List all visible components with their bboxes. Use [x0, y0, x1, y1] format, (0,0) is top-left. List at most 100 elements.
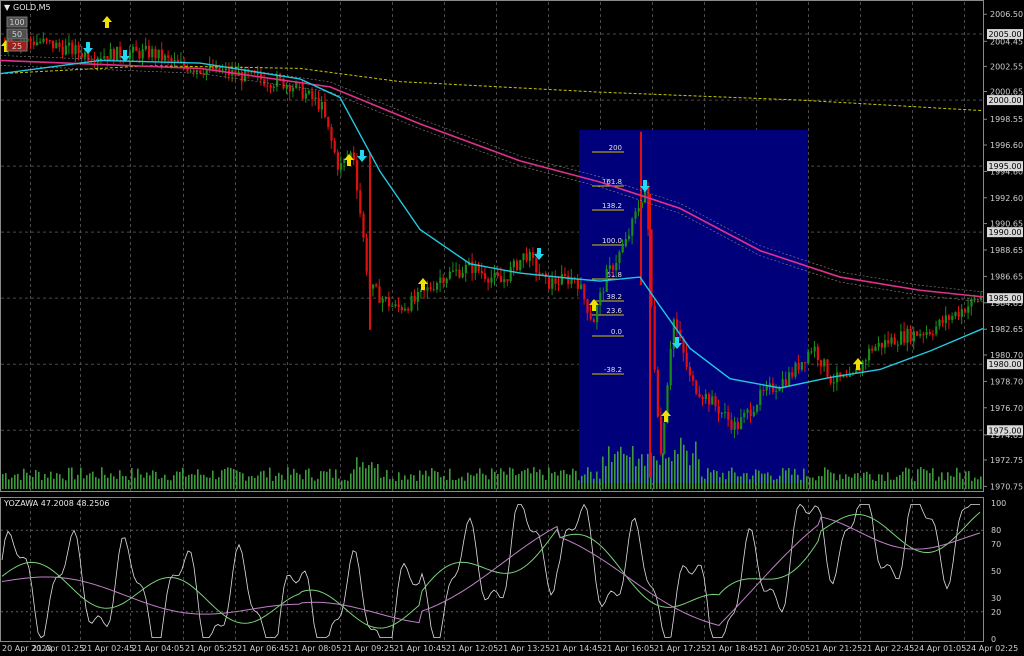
volume-bar [614, 453, 616, 489]
candle-body [560, 274, 563, 285]
price-level-box: 1990.00 [987, 227, 1023, 238]
volume-bar [86, 475, 88, 489]
volume-bar [539, 469, 541, 489]
candle-body [743, 412, 746, 418]
volume-bar [746, 473, 748, 489]
candle-body [132, 46, 135, 53]
price-level-box: 2005.00 [987, 29, 1023, 40]
volume-bar [707, 468, 709, 489]
candle-body [266, 85, 269, 87]
volume-bar [122, 476, 124, 489]
volume-bar [884, 480, 886, 489]
candle-body [176, 60, 179, 63]
volume-bar [797, 474, 799, 489]
volume-bar [182, 467, 184, 489]
volume-bar [572, 468, 574, 489]
volume-bar [926, 470, 928, 489]
candle-body [375, 284, 378, 287]
candle-body [656, 369, 659, 417]
volume-bar [758, 470, 760, 489]
volume-bar [563, 470, 565, 489]
candle-body [170, 57, 173, 62]
fib-level-label: 100.0 [602, 237, 622, 245]
volume-bar [803, 468, 805, 489]
candle-body [820, 360, 823, 367]
candle-body [196, 70, 199, 73]
candle-body [68, 42, 71, 46]
volume-bar [245, 480, 247, 489]
volume-bar [845, 474, 847, 489]
price-level-box: 1995.00 [987, 161, 1023, 172]
candle-body [807, 351, 810, 364]
volume-bar [833, 473, 835, 489]
volume-bar [164, 474, 166, 489]
time-tick-label: 21 Apr 20:05 [758, 644, 810, 653]
time-tick-label: 21 Apr 14:45 [550, 644, 602, 653]
corner-level-box[interactable]: 50 [6, 28, 28, 40]
candle-body [932, 334, 935, 336]
volume-bar [719, 477, 721, 489]
volume-bar [692, 453, 694, 489]
candle-body [724, 411, 727, 413]
candle-body [797, 362, 800, 370]
volume-bar [557, 475, 559, 489]
candle-body [912, 331, 915, 342]
volume-bar [764, 473, 766, 489]
volume-bar [251, 475, 253, 489]
volume-bar [56, 473, 58, 489]
candle-body [516, 260, 519, 270]
corner-level-box[interactable]: 100 [6, 16, 28, 28]
volume-bar [20, 479, 22, 489]
candle-body [372, 284, 375, 289]
osc-tick-label: 0 [991, 635, 996, 644]
candle-body [525, 253, 528, 261]
volume-bar [194, 474, 196, 489]
volume-bar [533, 467, 535, 489]
volume-bar [542, 474, 544, 489]
candle-body [423, 290, 426, 292]
candle-body [138, 50, 141, 59]
candle-body [637, 208, 640, 212]
volume-bar [545, 479, 547, 489]
volume-bar [317, 478, 319, 489]
candle-body [938, 319, 941, 327]
volume-bar [269, 467, 271, 489]
candle-body [356, 160, 359, 191]
volume-bar [482, 473, 484, 489]
volume-bar [548, 467, 550, 489]
volume-bar [566, 473, 568, 489]
candle-body [551, 278, 554, 289]
candle-body [304, 93, 307, 99]
price-tick-label: 1978.70 [990, 377, 1023, 386]
candle-body [116, 46, 119, 62]
price-chart[interactable]: 200161.8138.2100.061.838.223.60.0-38.2▼ G… [0, 0, 1024, 656]
candle-body [685, 352, 688, 368]
candle-body [583, 284, 586, 300]
volume-bar [809, 477, 811, 489]
volume-bar [575, 470, 577, 489]
price-tick-label: 1982.65 [990, 325, 1023, 334]
volume-bar [896, 476, 898, 489]
corner-level-value: 50 [12, 30, 22, 39]
volume-bar [410, 474, 412, 489]
volume-bar [215, 479, 217, 489]
candle-body [77, 45, 80, 54]
candle-body [836, 372, 839, 383]
volume-bar [656, 460, 658, 489]
volume-bar [203, 474, 205, 489]
volume-bar [224, 468, 226, 489]
candle-body [775, 390, 778, 392]
fibonacci-tool[interactable]: 200 161.8 138.2 100.0 61.8 38.2 23.6 0.0 -38.2 [579, 130, 808, 483]
candle-body [42, 38, 45, 42]
volume-bar [713, 469, 715, 489]
volume-bar [383, 476, 385, 489]
osc-tick-label: 100 [991, 499, 1006, 508]
volume-bar [455, 480, 457, 489]
volume-bar [476, 473, 478, 489]
volume-bar [701, 476, 703, 489]
corner-level-box[interactable]: 25 [6, 40, 28, 52]
candle-body [58, 42, 61, 47]
candle-body [269, 85, 272, 88]
candle-body [612, 265, 615, 271]
volume-bar [905, 467, 907, 489]
